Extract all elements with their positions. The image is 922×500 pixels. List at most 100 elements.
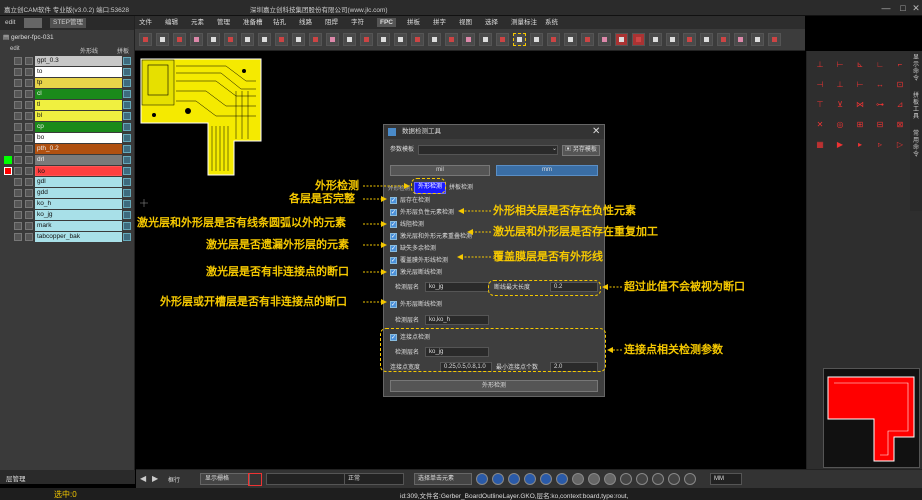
fpc-tool-icon[interactable]: ⋈ xyxy=(854,99,866,111)
status-tool-icon[interactable] xyxy=(588,473,600,485)
toolbar-tool-icon[interactable] xyxy=(394,33,407,46)
minimap[interactable] xyxy=(823,368,920,468)
layer-settings-icon[interactable] xyxy=(123,178,131,186)
layer-visible-checkbox[interactable] xyxy=(14,233,22,241)
fpc-tool-icon[interactable]: ⊢ xyxy=(834,59,846,71)
fpc-tool-icon[interactable]: ⊟ xyxy=(874,119,886,131)
layer-row[interactable]: gdl xyxy=(0,177,135,187)
layer-settings-icon[interactable] xyxy=(123,222,131,230)
save-template-button[interactable]: ▣ 另存模板 xyxy=(562,145,600,156)
layer-lock-checkbox[interactable] xyxy=(25,90,33,98)
status-tool-icon[interactable] xyxy=(540,473,552,485)
menu-item[interactable]: 系统 xyxy=(545,18,558,27)
status-tool-icon[interactable] xyxy=(492,473,504,485)
layer-settings-icon[interactable] xyxy=(123,79,131,87)
status-tool-icon[interactable] xyxy=(524,473,536,485)
status-tool-icon[interactable] xyxy=(684,473,696,485)
toolbar-tool-icon[interactable] xyxy=(292,33,305,46)
toolbar-tool-icon[interactable] xyxy=(428,33,441,46)
toolbar-tool-icon[interactable] xyxy=(377,33,390,46)
status-tool-icon[interactable] xyxy=(604,473,616,485)
fpc-tool-icon[interactable]: ▸ xyxy=(854,139,866,151)
check-option-checkbox[interactable]: ✓ xyxy=(390,269,397,276)
fpc-tool-icon[interactable]: ∟ xyxy=(874,59,886,71)
layer-visible-checkbox[interactable] xyxy=(14,101,22,109)
laser-layer-input[interactable]: ko_jg xyxy=(425,282,489,292)
layer-settings-icon[interactable] xyxy=(123,68,131,76)
layer-row[interactable]: gdd xyxy=(0,188,135,198)
tab-splice-check[interactable]: 拼板检测 xyxy=(449,184,473,192)
layer-visible-checkbox[interactable] xyxy=(14,112,22,120)
menu-item[interactable]: FPC xyxy=(377,18,396,27)
fpc-tool-icon[interactable]: ▶ xyxy=(834,139,846,151)
prev-arrow-icon[interactable]: ◀ xyxy=(140,474,150,484)
layer-settings-icon[interactable] xyxy=(123,134,131,142)
layer-visible-checkbox[interactable] xyxy=(14,211,22,219)
layer-manage-tab[interactable]: 层管理 xyxy=(6,473,26,483)
toolbar-tool-icon[interactable] xyxy=(700,33,713,46)
fpc-tool-icon[interactable]: ▹ xyxy=(874,139,886,151)
layer-settings-icon[interactable] xyxy=(123,101,131,109)
fpc-tool-icon[interactable]: ▷ xyxy=(894,139,906,151)
run-outline-check-button[interactable]: 外形检测 xyxy=(390,380,598,392)
toolbar-tool-icon[interactable] xyxy=(173,33,186,46)
vtab-3[interactable]: 常用命令 xyxy=(911,131,921,159)
toolbar-tool-icon[interactable] xyxy=(411,33,424,46)
toolbar-tool-icon[interactable] xyxy=(581,33,594,46)
layer-visible-checkbox[interactable] xyxy=(14,68,22,76)
menu-item[interactable]: 管理 xyxy=(217,18,230,27)
fpc-tool-icon[interactable]: ⊥ xyxy=(814,59,826,71)
layer-lock-checkbox[interactable] xyxy=(25,222,33,230)
toolbar-tool-icon[interactable] xyxy=(479,33,492,46)
outline-layer-input[interactable]: ko,ko_h xyxy=(425,315,489,325)
layer-lock-checkbox[interactable] xyxy=(25,178,33,186)
toolbar-tool-icon[interactable] xyxy=(275,33,288,46)
unit-select[interactable]: MM xyxy=(710,473,742,485)
layer-settings-icon[interactable] xyxy=(123,200,131,208)
layer-lock-checkbox[interactable] xyxy=(25,156,33,164)
layer-settings-icon[interactable] xyxy=(123,156,131,164)
toolbar-tool-icon[interactable] xyxy=(224,33,237,46)
layer-settings-icon[interactable] xyxy=(123,189,131,197)
layer-lock-checkbox[interactable] xyxy=(25,200,33,208)
toolbar-tool-icon[interactable] xyxy=(632,33,645,46)
dialog-close-icon[interactable]: ✕ xyxy=(592,126,600,137)
layer-row[interactable]: bl xyxy=(0,111,135,121)
layer-row[interactable]: drl xyxy=(0,155,135,165)
layer-visible-checkbox[interactable] xyxy=(14,57,22,65)
menu-item[interactable]: 元素 xyxy=(191,18,204,27)
menu-item[interactable]: 字符 xyxy=(351,18,364,27)
layer-visible-checkbox[interactable] xyxy=(14,145,22,153)
toolbar-tool-icon[interactable] xyxy=(666,33,679,46)
normal-select[interactable]: 正常 xyxy=(344,473,404,485)
layer-lock-checkbox[interactable] xyxy=(25,68,33,76)
toolbar-tool-icon[interactable] xyxy=(360,33,373,46)
minimize-icon[interactable]: — xyxy=(880,2,892,14)
chevron-down-icon[interactable]: ⌄ xyxy=(552,145,557,152)
tab-blank[interactable] xyxy=(24,18,42,28)
toolbar-tool-icon[interactable] xyxy=(530,33,543,46)
fpc-tool-icon[interactable]: ⊠ xyxy=(894,119,906,131)
toolbar-tool-icon[interactable] xyxy=(190,33,203,46)
command-input[interactable] xyxy=(266,473,346,485)
toolbar-tool-icon[interactable] xyxy=(768,33,781,46)
layer-row[interactable]: ko xyxy=(0,166,135,176)
layer-row[interactable]: mark xyxy=(0,221,135,231)
fpc-tool-icon[interactable]: ⊤ xyxy=(814,99,826,111)
layer-settings-icon[interactable] xyxy=(123,145,131,153)
fpc-tool-icon[interactable]: ◎ xyxy=(834,119,846,131)
layer-lock-checkbox[interactable] xyxy=(25,211,33,219)
menu-item[interactable]: 测量标注 xyxy=(511,18,537,27)
toolbar-tool-icon[interactable] xyxy=(615,33,628,46)
layer-row[interactable]: tl xyxy=(0,100,135,110)
toolbar-tool-icon[interactable] xyxy=(496,33,509,46)
fpc-tool-icon[interactable]: ✕ xyxy=(814,119,826,131)
check-option-checkbox[interactable]: ✓ xyxy=(390,197,397,204)
select-click-button[interactable]: 选择单击元素 xyxy=(414,473,472,485)
menu-item[interactable]: 选择 xyxy=(485,18,498,27)
status-tool-icon[interactable] xyxy=(668,473,680,485)
toolbar-tool-icon[interactable] xyxy=(445,33,458,46)
param-template-select[interactable] xyxy=(418,145,558,155)
vtab-2[interactable]: 拼板工具 xyxy=(911,93,921,121)
layer-lock-checkbox[interactable] xyxy=(25,134,33,142)
